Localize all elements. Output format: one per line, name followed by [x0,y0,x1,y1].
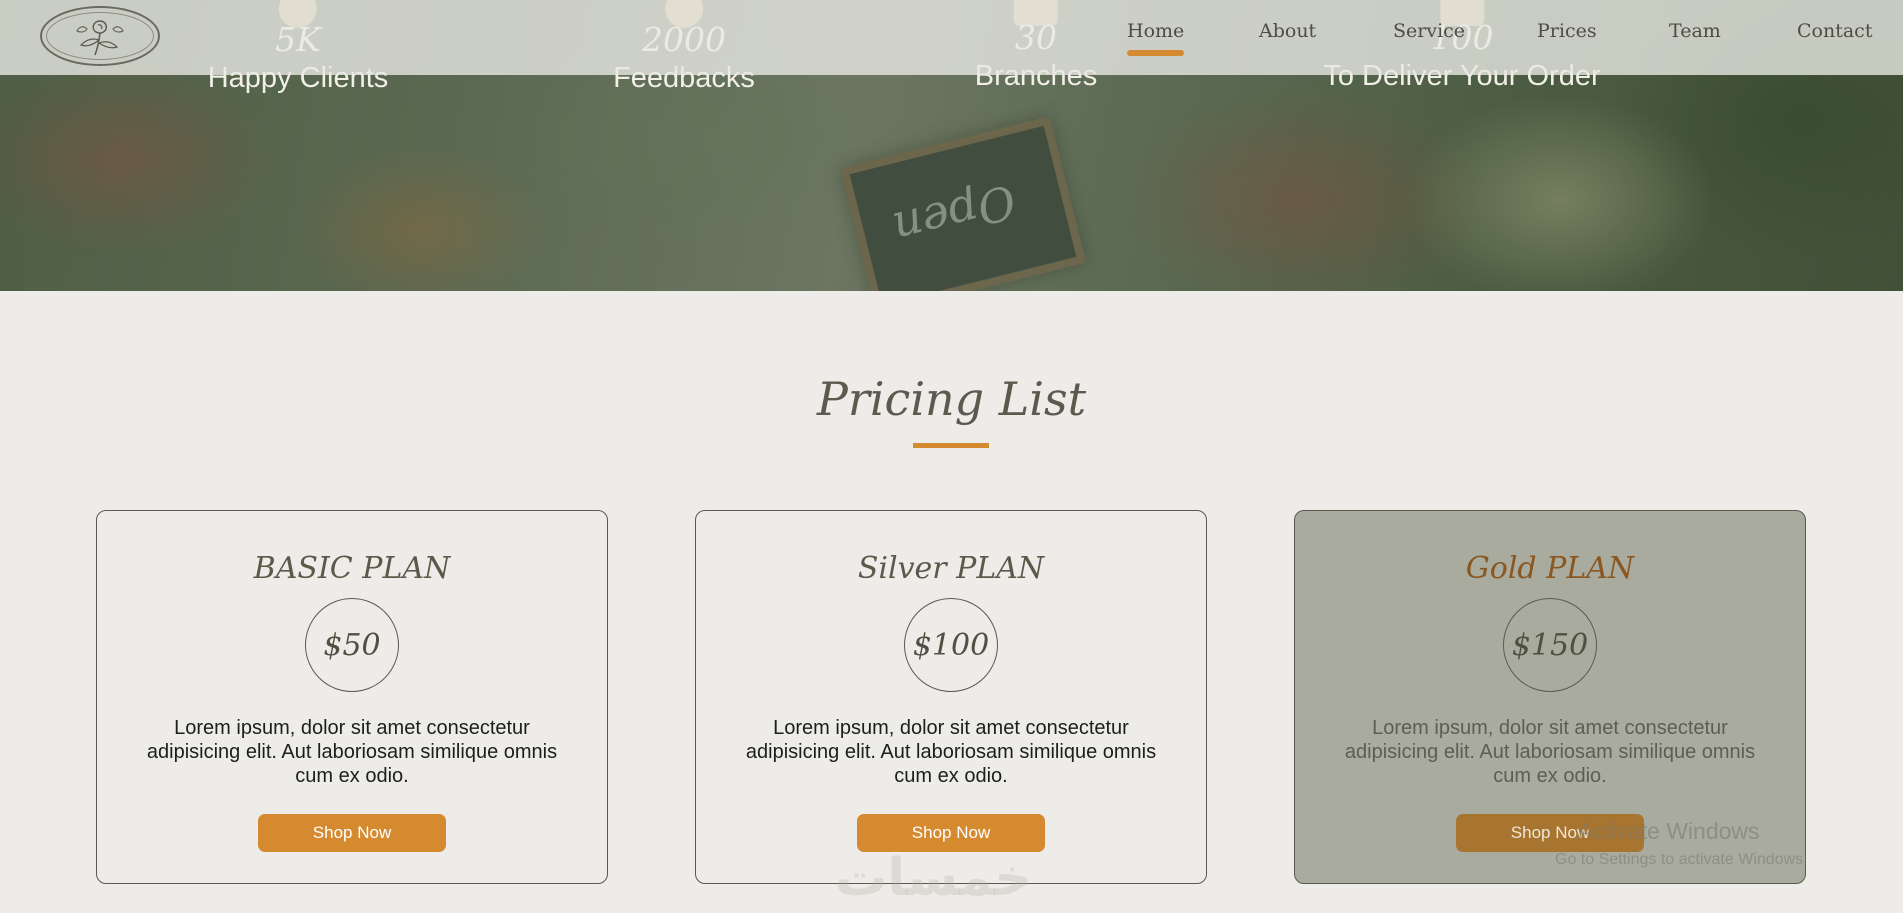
price-circle: $50 [305,598,399,692]
activate-windows-subtitle: Go to Settings to activate Windows. [1555,851,1808,868]
plan-description: Lorem ipsum, dolor sit amet consectetur … [1344,717,1756,787]
pricing-title: Pricing List [816,372,1087,426]
navbar: Home About Service Prices Team Contact [0,0,1903,75]
pricing-card-silver: Silver PLAN $100 Lorem ipsum, dolor sit … [695,510,1207,884]
pricing-card-basic: BASIC PLAN $50 Lorem ipsum, dolor sit am… [96,510,608,884]
brand-watermark: خمسات [835,848,1033,908]
plan-price: $50 [323,627,381,663]
nav-prices[interactable]: Prices [1537,20,1597,42]
price-circle: $100 [904,598,998,692]
plan-name: Gold PLAN [1465,551,1635,586]
plan-name: BASIC PLAN [253,551,451,586]
title-underline [913,443,989,448]
shop-now-button[interactable]: Shop Now [857,814,1045,852]
nav-home[interactable]: Home [1127,20,1185,56]
nav-service[interactable]: Service [1393,20,1465,42]
plan-price: $100 [912,627,990,663]
plan-description: Lorem ipsum, dolor sit amet consectetur … [745,717,1157,787]
price-circle: $150 [1503,598,1597,692]
plan-price: $150 [1511,627,1589,663]
nav-about[interactable]: About [1259,20,1316,42]
shop-now-button[interactable]: Shop Now [258,814,446,852]
plan-description: Lorem ipsum, dolor sit amet consectetur … [146,717,558,787]
site-logo[interactable] [40,6,160,66]
rose-icon [76,20,124,56]
activate-windows-title: Activate Windows [1578,818,1760,844]
plan-name: Silver PLAN [857,551,1045,586]
nav-team[interactable]: Team [1669,20,1721,42]
nav-contact[interactable]: Contact [1797,20,1872,42]
